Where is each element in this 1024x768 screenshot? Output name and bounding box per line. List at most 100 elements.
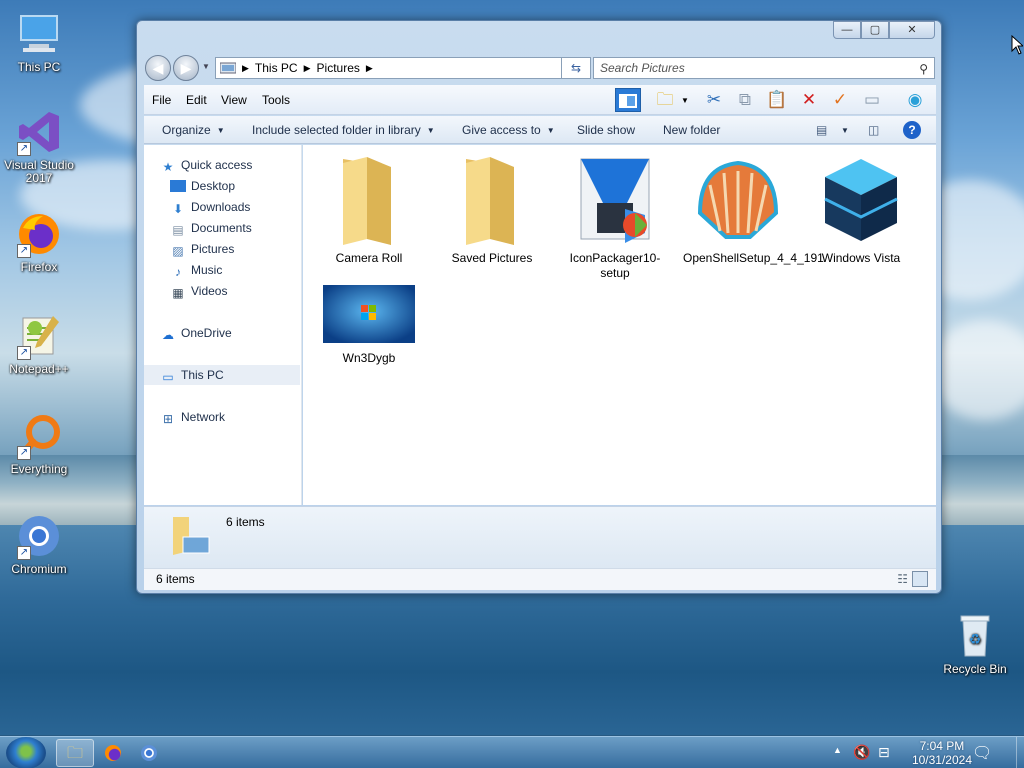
cube-icon <box>813 153 909 249</box>
organize-button[interactable]: Organize ▼ <box>162 123 225 137</box>
menu-tools[interactable]: Tools <box>262 93 290 107</box>
paste-icon[interactable]: 📋 <box>764 88 790 112</box>
file-name: Windows Vista <box>821 251 901 265</box>
new-folder-button[interactable]: New folder <box>663 123 720 137</box>
desktop-icon-visual-studio[interactable]: ↗ Visual Studio 2017 <box>1 108 77 185</box>
navigation-bar: ◀ ▶ ▼ ▶ This PC ▶ Pictures ▶ ▼ ⇆ Search … <box>145 55 935 81</box>
search-input[interactable]: Search Pictures ⚲ <box>593 57 935 79</box>
give-access-button[interactable]: Give access to ▼ <box>462 123 555 137</box>
music-note-icon: ♪ <box>175 265 181 279</box>
desktop-icon-label: Visual Studio 2017 <box>4 158 74 185</box>
open-shell-icon[interactable]: ◉ <box>902 88 928 112</box>
file-list: Camera Roll Saved Pictures IconPackager1… <box>303 145 936 505</box>
taskbar-file-explorer[interactable]: 🗀 <box>56 739 94 767</box>
file-item-wn3dygb[interactable]: Wn3Dygb <box>314 285 424 366</box>
close-button[interactable]: ✕ <box>889 21 935 39</box>
file-item-saved-pictures[interactable]: Saved Pictures <box>437 153 547 266</box>
maximize-button[interactable]: ▢ <box>861 21 889 39</box>
details-view-icon[interactable]: ☷ <box>897 569 908 589</box>
taskbar-chromium[interactable] <box>130 739 168 767</box>
breadcrumb-separator[interactable]: ▶ <box>304 63 311 74</box>
show-desktop-button[interactable] <box>1016 737 1024 768</box>
network-status-icon[interactable]: ⊟ <box>878 744 890 768</box>
mouse-cursor-icon <box>1011 35 1023 55</box>
minimize-button[interactable]: — <box>833 21 861 39</box>
file-item-openshellsetup[interactable]: OpenShellSetup_4_4_191 <box>683 153 824 266</box>
help-icon[interactable]: ? <box>903 121 921 139</box>
back-button[interactable]: ◀ <box>145 55 171 81</box>
volume-muted-icon[interactable]: 🔇 <box>853 744 870 768</box>
desktop-icon-this-pc[interactable]: This PC <box>1 10 77 74</box>
nav-downloads[interactable]: ⬇ Downloads <box>144 197 300 217</box>
nav-pictures[interactable]: ▨ Pictures <box>144 239 300 259</box>
show-hidden-icons-button[interactable]: ▲ <box>833 745 842 768</box>
checkmark-icon[interactable]: ✓ <box>827 88 853 112</box>
chevron-down-icon: ▼ <box>426 126 435 135</box>
breadcrumb-pictures[interactable]: Pictures <box>317 61 360 75</box>
breadcrumb-separator[interactable]: ▶ <box>242 63 249 74</box>
download-arrow-icon: ⬇ <box>172 202 184 216</box>
recent-locations-dropdown[interactable]: ▼ <box>202 62 210 71</box>
view-options-icon[interactable]: ▤ <box>816 123 827 137</box>
taskbar: 🗀 ▲ 🔇 ⊟ 7:04 PM 10/31/2024 🗨 <box>0 736 1024 768</box>
view-options-dropdown-icon[interactable]: ▼ <box>841 126 849 135</box>
desktop-icon-chromium[interactable]: ↗ Chromium <box>1 512 77 576</box>
nav-this-pc[interactable]: ▭ This PC <box>144 365 300 385</box>
desktop-icon-everything[interactable]: ↗ Everything <box>1 412 77 476</box>
details-item-count: 6 items <box>226 515 265 529</box>
file-item-windows-vista[interactable]: Windows Vista <box>806 153 916 266</box>
nav-documents[interactable]: ▤ Documents <box>144 218 300 238</box>
delete-icon[interactable]: ✕ <box>796 88 822 112</box>
start-button[interactable] <box>6 737 46 768</box>
slide-show-button[interactable]: Slide show <box>577 123 635 137</box>
forward-button[interactable]: ▶ <box>173 55 199 81</box>
preview-pane-icon[interactable] <box>615 88 641 112</box>
address-bar[interactable]: ▶ This PC ▶ Pictures ▶ ▼ <box>215 57 583 79</box>
clock-time: 7:04 PM <box>919 739 965 753</box>
nav-network[interactable]: ⊞ Network <box>144 407 300 427</box>
details-pane: 6 items <box>144 506 936 568</box>
menu-edit[interactable]: Edit <box>186 93 207 107</box>
desktop-icon-label: Notepad++ <box>9 362 69 376</box>
chromium-icon <box>141 744 157 761</box>
include-in-library-button[interactable]: Include selected folder in library ▼ <box>252 123 435 137</box>
breadcrumb-separator[interactable]: ▶ <box>366 63 373 74</box>
open-folder-icon[interactable]: 🗀 <box>652 88 678 112</box>
notifications-icon[interactable]: 🗨 <box>972 743 992 768</box>
file-name: Saved Pictures <box>451 251 533 265</box>
cut-icon[interactable]: ✂ <box>701 88 727 112</box>
file-item-camera-roll[interactable]: Camera Roll <box>314 153 424 266</box>
clock[interactable]: 7:04 PM 10/31/2024 <box>912 739 972 767</box>
menu-view[interactable]: View <box>221 93 247 107</box>
nav-desktop[interactable]: Desktop <box>144 176 300 196</box>
open-folder-dropdown-icon[interactable]: ▼ <box>681 96 689 105</box>
nav-quick-access[interactable]: ★ Quick access <box>144 155 300 175</box>
svg-text:♻: ♻ <box>969 631 982 647</box>
navigation-pane: ★ Quick access Desktop ⬇ Downloads ▤ Docume… <box>144 145 302 505</box>
taskbar-firefox[interactable] <box>94 739 132 767</box>
nav-music[interactable]: ♪ Music <box>144 260 300 280</box>
star-icon: ★ <box>162 160 174 174</box>
desktop-icon <box>170 180 186 192</box>
cloud-icon: ☁ <box>162 328 174 342</box>
nav-onedrive[interactable]: ☁ OneDrive <box>144 323 300 343</box>
menu-file[interactable]: File <box>152 93 171 107</box>
file-item-iconpackager[interactable]: IconPackager10-setup <box>560 153 670 281</box>
film-icon: ▦ <box>172 286 184 300</box>
wallpaper-thumbnail-icon <box>321 285 417 347</box>
nav-videos[interactable]: ▦ Videos <box>144 281 300 301</box>
preview-pane-toggle-icon[interactable]: ◫ <box>868 123 879 137</box>
search-placeholder: Search Pictures <box>600 61 685 75</box>
desktop-icon-recycle-bin[interactable]: ♻ Recycle Bin <box>937 612 1013 676</box>
shortcut-arrow-icon: ↗ <box>17 546 31 560</box>
installer-icon <box>567 153 663 249</box>
search-icon[interactable]: ⚲ <box>919 59 928 79</box>
breadcrumb-this-pc[interactable]: This PC <box>255 61 298 75</box>
properties-icon[interactable]: ▭ <box>859 88 885 112</box>
refresh-button[interactable]: ⇆ <box>561 57 591 79</box>
large-icons-view-icon[interactable] <box>912 571 928 587</box>
desktop-icon-notepad-plus-plus[interactable]: ↗ Notepad++ <box>1 312 77 376</box>
copy-icon[interactable]: ⧉ <box>732 88 758 112</box>
desktop-icon-firefox[interactable]: ↗ Firefox <box>1 210 77 274</box>
desktop-icon-label: Recycle Bin <box>943 662 1007 676</box>
